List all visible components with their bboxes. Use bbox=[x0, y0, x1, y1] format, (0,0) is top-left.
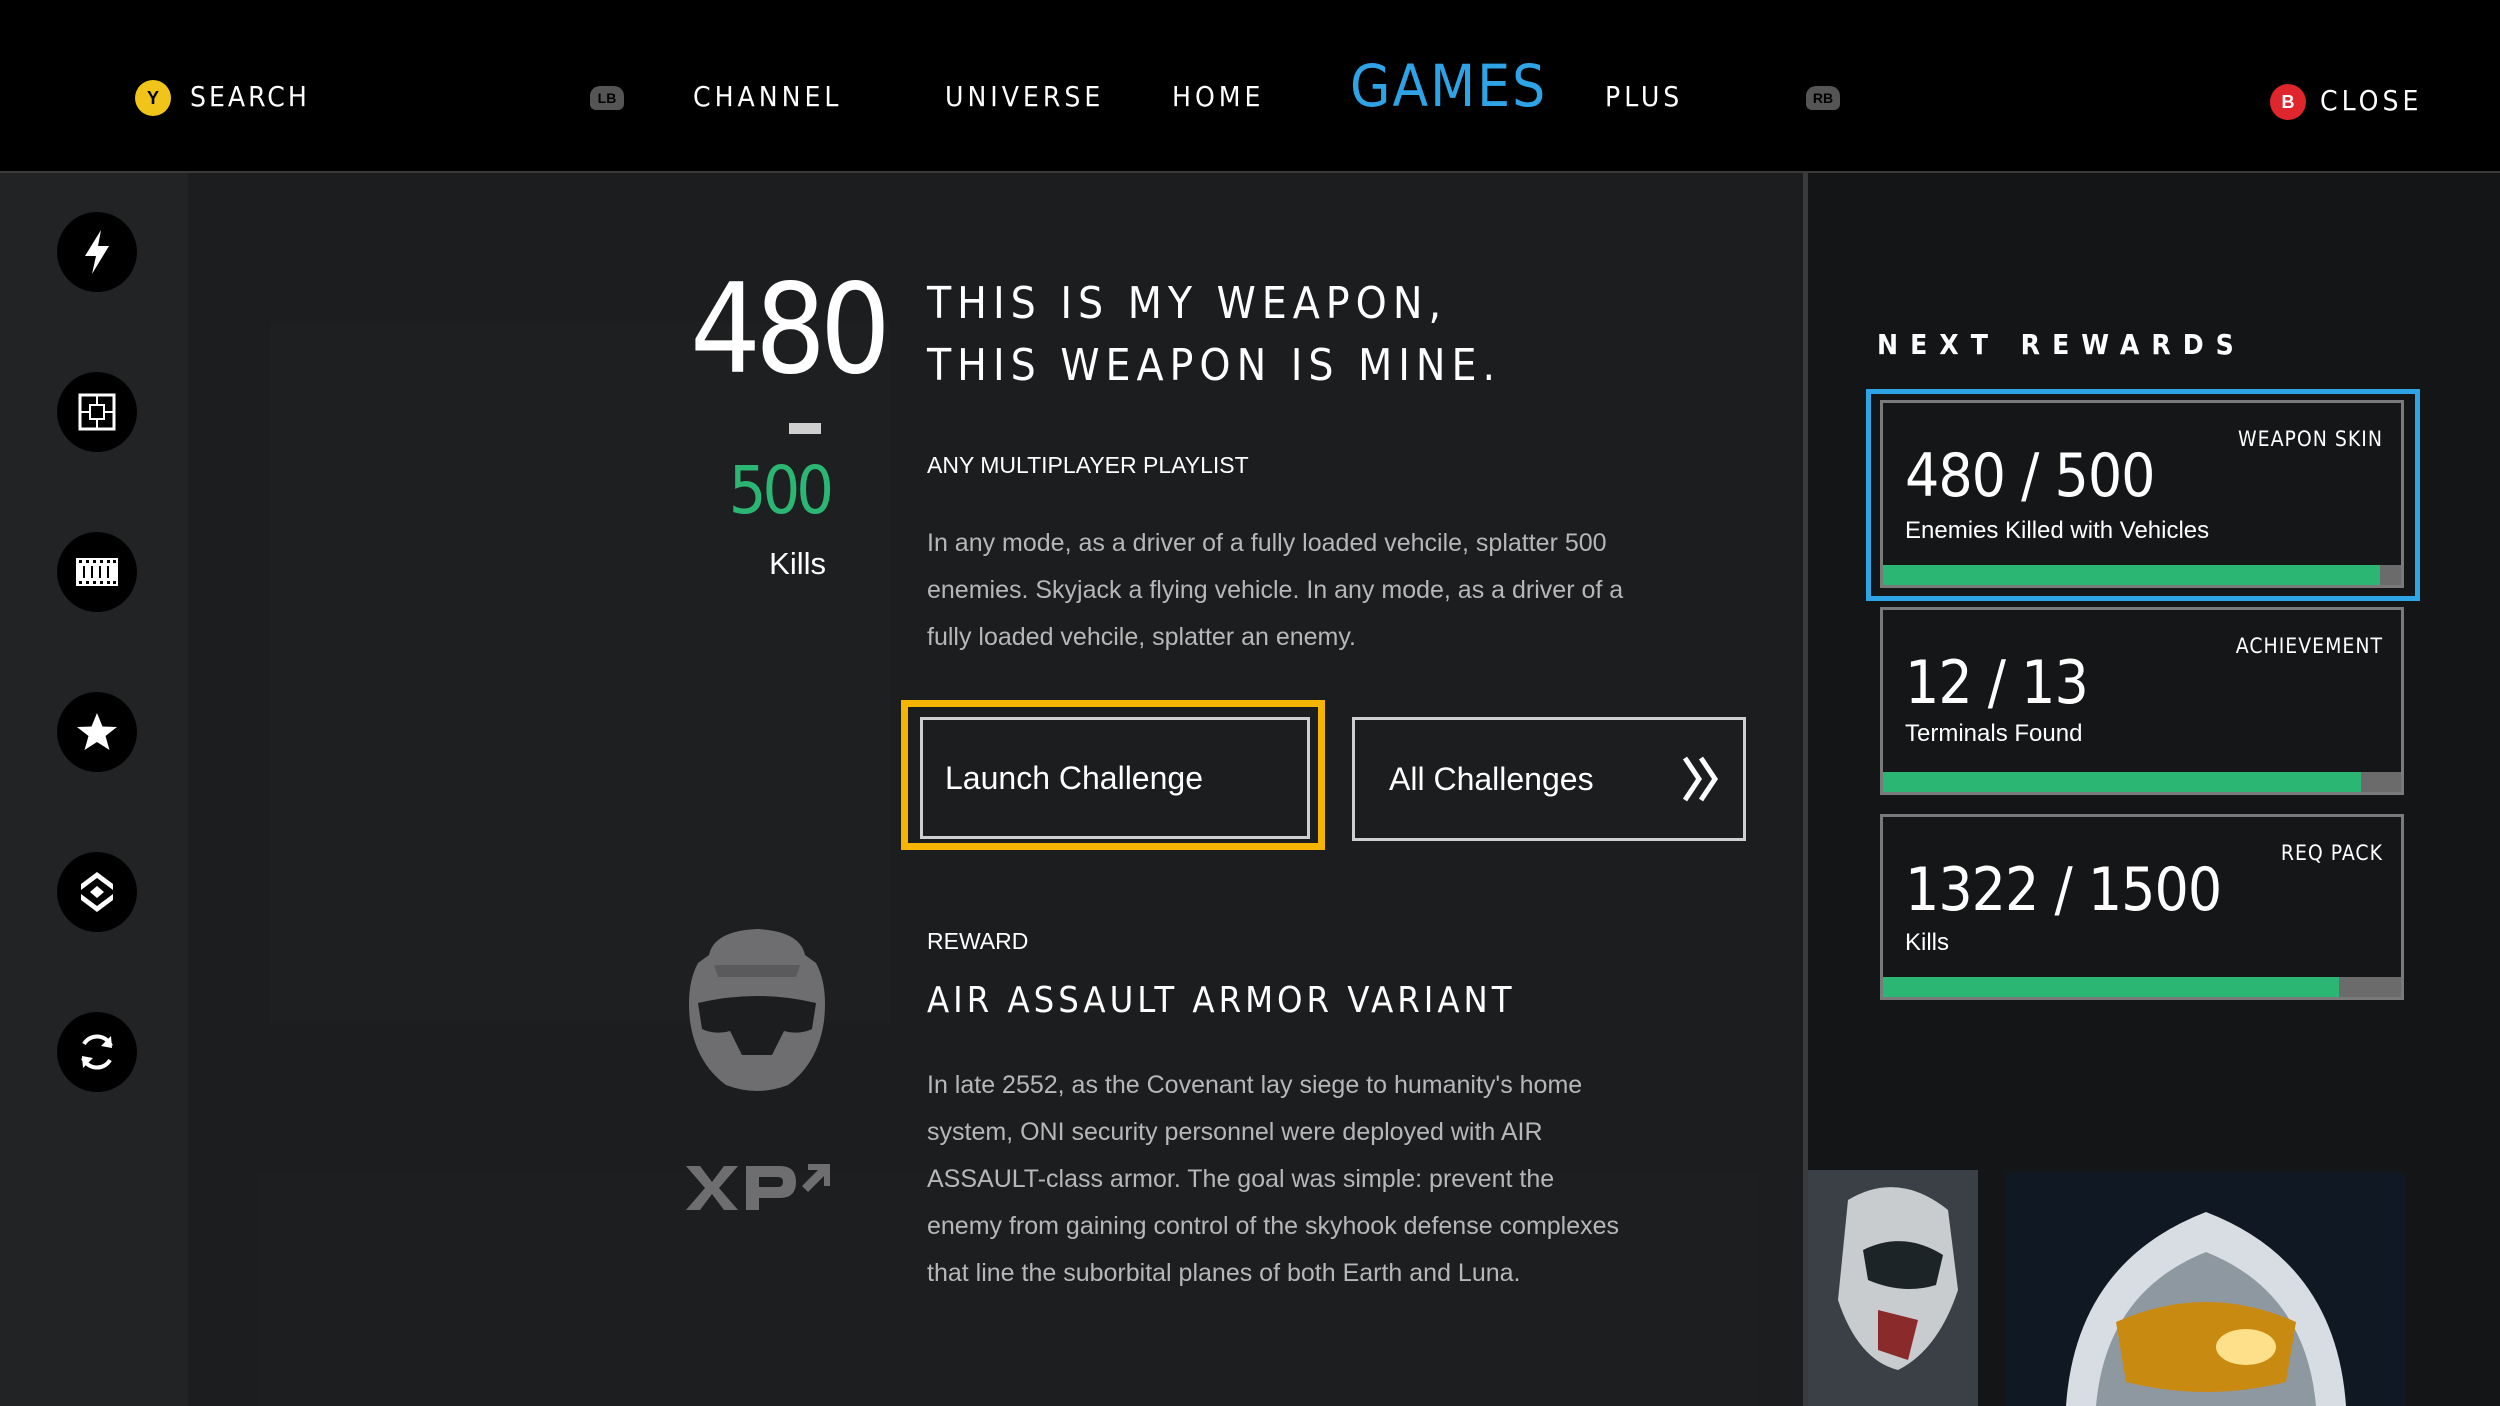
double-chevron-icon bbox=[1681, 754, 1721, 812]
sidebar bbox=[0, 173, 188, 1406]
tab-universe[interactable]: UNIVERSE bbox=[945, 80, 1104, 113]
reward-name: AIR ASSAULT ARMOR VARIANT bbox=[927, 980, 1516, 1021]
reward-count: 480 / 500 bbox=[1905, 441, 2155, 511]
reward-label: Kills bbox=[1905, 929, 1950, 956]
search-button[interactable]: SEARCH bbox=[190, 80, 310, 113]
challenge-title-line2: THIS WEAPON IS MINE. bbox=[927, 340, 1502, 391]
top-navigation-bar: Y SEARCH LB CHANNEL UNIVERSE HOME GAMES … bbox=[0, 0, 2500, 173]
next-rewards-heading: NEXT REWARDS bbox=[1877, 328, 2246, 361]
progress-separator bbox=[789, 423, 821, 434]
star-icon[interactable] bbox=[57, 692, 137, 772]
reward-progress-fill bbox=[1883, 977, 2339, 997]
playlist-label: ANY MULTIPLAYER PLAYLIST bbox=[927, 452, 1249, 478]
launch-challenge-button[interactable]: Launch Challenge bbox=[920, 717, 1310, 839]
reward-label: Enemies Killed with Vehicles bbox=[1905, 517, 2210, 544]
reward-description-line: ASSAULT-class armor. The goal was simple… bbox=[927, 1165, 1555, 1193]
description-line: In any mode, as a driver of a fully load… bbox=[927, 529, 1607, 557]
left-bumper-icon[interactable]: LB bbox=[590, 86, 624, 110]
reward-progress-bar bbox=[1883, 977, 2401, 997]
b-button-icon: B bbox=[2270, 84, 2306, 120]
y-button-icon: Y bbox=[135, 80, 171, 116]
reward-progress-fill bbox=[1883, 565, 2381, 585]
reward-description-line: In late 2552, as the Covenant lay siege … bbox=[927, 1071, 1583, 1099]
refresh-icon[interactable] bbox=[57, 1012, 137, 1092]
tab-channel[interactable]: CHANNEL bbox=[693, 80, 842, 113]
game-tile-spartan[interactable] bbox=[1808, 1170, 1978, 1406]
film-icon[interactable] bbox=[57, 532, 137, 612]
challenge-description: In any mode, as a driver of a fully load… bbox=[927, 520, 1707, 661]
reward-type: WEAPON SKIN bbox=[2237, 427, 2383, 451]
reward-card-achievement[interactable]: ACHIEVEMENT 12 / 13 Terminals Found bbox=[1880, 607, 2404, 795]
target-count: 500 bbox=[728, 452, 834, 529]
reward-card-weapon-skin[interactable]: WEAPON SKIN 480 / 500 Enemies Killed wit… bbox=[1880, 400, 2404, 588]
reward-count: 12 / 13 bbox=[1905, 648, 2089, 718]
xp-icon bbox=[684, 1162, 834, 1219]
description-line: enemies. Skyjack a flying vehicle. In an… bbox=[927, 576, 1624, 604]
current-count: 480 bbox=[690, 258, 891, 402]
reward-count: 1322 / 1500 bbox=[1905, 855, 2222, 925]
unit-label: Kills bbox=[769, 546, 826, 581]
right-bumper-icon[interactable]: RB bbox=[1806, 86, 1840, 110]
reward-card-req-pack[interactable]: REQ PACK 1322 / 1500 Kills bbox=[1880, 814, 2404, 1000]
close-button[interactable]: CLOSE bbox=[2320, 84, 2422, 117]
challenge-title-line1: THIS IS MY WEAPON, bbox=[927, 278, 1448, 329]
description-line: fully loaded vehcile, splatter an enemy. bbox=[927, 623, 1356, 651]
reward-progress-bar bbox=[1883, 772, 2401, 792]
reward-type: REQ PACK bbox=[2280, 841, 2383, 865]
reward-description: In late 2552, as the Covenant lay siege … bbox=[927, 1062, 1717, 1297]
all-challenges-label: All Challenges bbox=[1389, 760, 1594, 797]
reward-heading: REWARD bbox=[927, 928, 1029, 954]
tab-games[interactable]: GAMES bbox=[1350, 52, 1547, 120]
reward-type: ACHIEVEMENT bbox=[2235, 634, 2383, 658]
game-tile-master-chief[interactable] bbox=[2006, 1172, 2406, 1406]
tab-home[interactable]: HOME bbox=[1172, 80, 1264, 113]
reward-progress-fill bbox=[1883, 772, 2362, 792]
reward-description-line: enemy from gaining control of the skyhoo… bbox=[927, 1212, 1620, 1240]
crosshair-grid-icon[interactable] bbox=[57, 372, 137, 452]
reward-label: Terminals Found bbox=[1905, 720, 2083, 747]
chevrons-icon[interactable] bbox=[57, 852, 137, 932]
reward-description-line: that line the suborbital planes of both … bbox=[927, 1259, 1521, 1287]
helmet-icon bbox=[684, 925, 830, 1098]
all-challenges-button[interactable]: All Challenges bbox=[1352, 717, 1746, 841]
launch-challenge-label: Launch Challenge bbox=[945, 759, 1203, 796]
reward-progress-bar bbox=[1883, 565, 2401, 585]
lightning-icon[interactable] bbox=[57, 212, 137, 292]
tab-plus[interactable]: PLUS bbox=[1605, 80, 1683, 113]
reward-description-line: system, ONI security personnel were depl… bbox=[927, 1118, 1543, 1146]
